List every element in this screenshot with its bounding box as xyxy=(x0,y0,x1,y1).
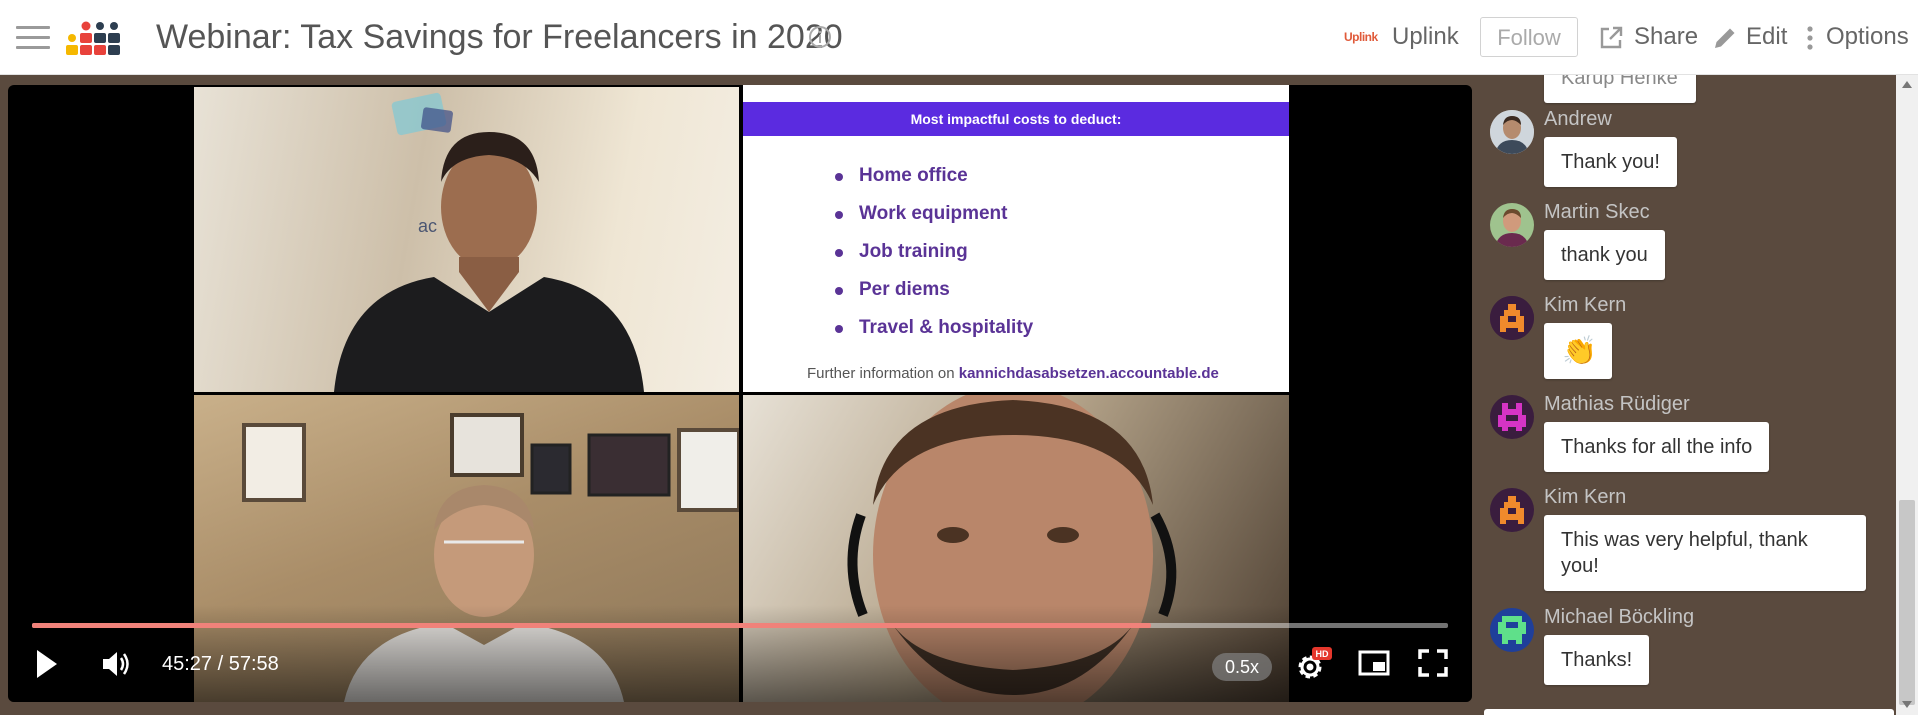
edit-button[interactable]: Edit xyxy=(1746,22,1787,52)
presentation-slide: Most impactful costs to deduct: Home off… xyxy=(743,85,1289,392)
uplink-logo: Uplink xyxy=(1344,30,1378,44)
play-icon[interactable] xyxy=(34,648,60,680)
scroll-down-icon[interactable] xyxy=(1902,701,1912,708)
pixel-avatar-magenta-icon[interactable] xyxy=(1490,395,1534,439)
pixel-avatar-green-icon[interactable] xyxy=(1490,608,1534,652)
info-icon[interactable] xyxy=(808,25,832,49)
chat-input[interactable] xyxy=(1484,709,1894,715)
slide-bullet: Home office xyxy=(833,157,1033,195)
share-icon[interactable] xyxy=(1598,25,1624,51)
message-author[interactable]: Martin Skec xyxy=(1544,201,1650,224)
svg-text:ac: ac xyxy=(418,216,437,236)
fullscreen-icon[interactable] xyxy=(1418,649,1448,677)
pixel-avatar-orange-icon[interactable] xyxy=(1490,488,1534,532)
slide-footer: Further information on kannichdasabsetze… xyxy=(807,365,1219,382)
slide-bullet: Travel & hospitality xyxy=(833,309,1033,347)
progress-fill xyxy=(32,623,1151,628)
menu-icon[interactable] xyxy=(16,26,50,50)
participant-video-1: ac xyxy=(194,87,739,392)
slide-bullet-list: Home office Work equipment Job training … xyxy=(833,157,1033,347)
uplink-link[interactable]: Uplink xyxy=(1392,22,1459,52)
picture-in-picture-icon[interactable] xyxy=(1358,650,1390,676)
chat-message-bubble: Karup Henke xyxy=(1544,75,1696,103)
message-author[interactable]: Andrew xyxy=(1544,108,1612,131)
chat-message-bubble: Thank you! xyxy=(1544,137,1677,187)
message-author[interactable]: Kim Kern xyxy=(1544,486,1626,509)
slide-bullet: Work equipment xyxy=(833,195,1033,233)
participant-figure: ac xyxy=(334,92,644,392)
chat-scrollbar[interactable] xyxy=(1896,75,1918,715)
top-bar: Webinar: Tax Savings for Freelancers in … xyxy=(0,0,1918,75)
kebab-icon[interactable] xyxy=(1805,25,1815,51)
settings-gear-icon[interactable]: HD xyxy=(1294,647,1334,681)
chat-message-bubble: Thanks for all the info xyxy=(1544,422,1770,472)
pixel-avatar-orange-icon[interactable] xyxy=(1490,296,1534,340)
progress-bar[interactable] xyxy=(32,623,1448,628)
slide-bullet: Per diems xyxy=(833,271,1033,309)
time-display: 45:27 / 57:58 xyxy=(162,653,279,675)
follow-button[interactable]: Follow xyxy=(1480,17,1578,57)
message-author[interactable]: Mathias Rüdiger xyxy=(1544,393,1690,416)
scroll-up-icon[interactable] xyxy=(1902,81,1912,88)
chat-message-bubble: thank you xyxy=(1544,230,1665,280)
share-button[interactable]: Share xyxy=(1634,22,1698,52)
message-author[interactable]: Michael Böckling xyxy=(1544,606,1694,629)
crowdcast-logo[interactable] xyxy=(66,19,126,57)
playback-speed-button[interactable]: 0.5x xyxy=(1212,653,1272,681)
chat-panel[interactable]: Karup Henke Andrew Thank you! Martin Ske… xyxy=(1482,75,1894,715)
scroll-thumb[interactable] xyxy=(1899,500,1915,705)
volume-icon[interactable] xyxy=(100,648,134,680)
chat-message-bubble: This was very helpful, thank you! xyxy=(1544,515,1866,591)
avatar[interactable] xyxy=(1490,110,1534,154)
pencil-icon[interactable] xyxy=(1712,25,1738,51)
hd-badge: HD xyxy=(1316,649,1329,659)
message-author[interactable]: Kim Kern xyxy=(1544,294,1626,317)
chat-message-bubble: Thanks! xyxy=(1544,635,1650,685)
video-player[interactable]: ac Most impactful costs to deduct: Home … xyxy=(8,85,1472,702)
page-title: Webinar: Tax Savings for Freelancers in … xyxy=(156,18,843,56)
avatar[interactable] xyxy=(1490,203,1534,247)
slide-heading: Most impactful costs to deduct: xyxy=(743,102,1289,136)
slide-bullet: Job training xyxy=(833,233,1033,271)
chat-message-bubble: 👏 xyxy=(1544,323,1612,379)
slide-footer-link: kannichdasabsetzen.accountable.de xyxy=(958,365,1219,382)
slide-footer-prefix: Further information on xyxy=(807,365,959,382)
options-button[interactable]: Options xyxy=(1826,22,1909,52)
